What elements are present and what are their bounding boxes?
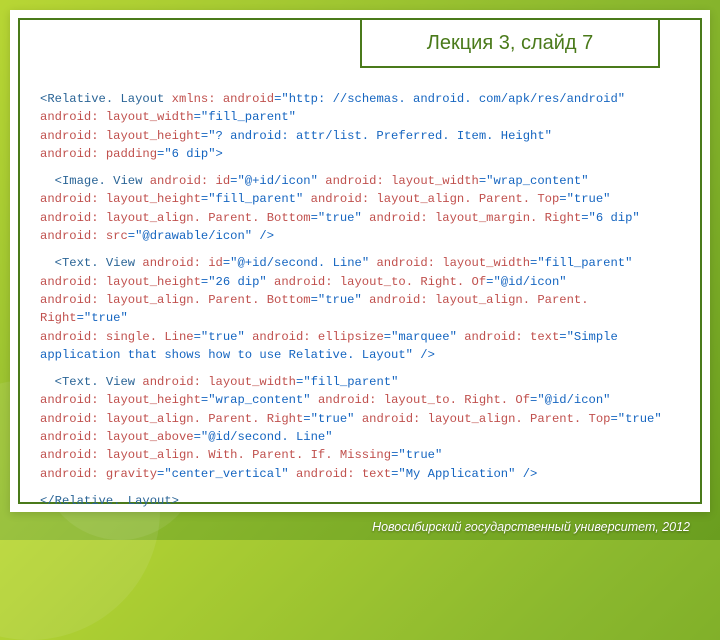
slide-footer: Новосибирский государственный университе… (372, 520, 690, 534)
slide-title-box: Лекция 3, слайд 7 (360, 18, 660, 68)
code-line: <Relative. Layout xmlns: android="http: … (40, 90, 680, 163)
code-line: <Text. View android: id="@+id/second. Li… (40, 254, 680, 364)
code-line: </Relative. Layout> (40, 492, 680, 510)
slide-title: Лекция 3, слайд 7 (427, 32, 594, 55)
code-block: <Relative. Layout xmlns: android="http: … (40, 90, 680, 482)
code-line: <Text. View android: layout_width="fill_… (40, 373, 680, 483)
code-line: <Image. View android: id="@+id/icon" and… (40, 172, 680, 245)
slide-inner-frame: Лекция 3, слайд 7 <Relative. Layout xmln… (18, 18, 702, 504)
slide-frame: Лекция 3, слайд 7 <Relative. Layout xmln… (10, 10, 710, 512)
